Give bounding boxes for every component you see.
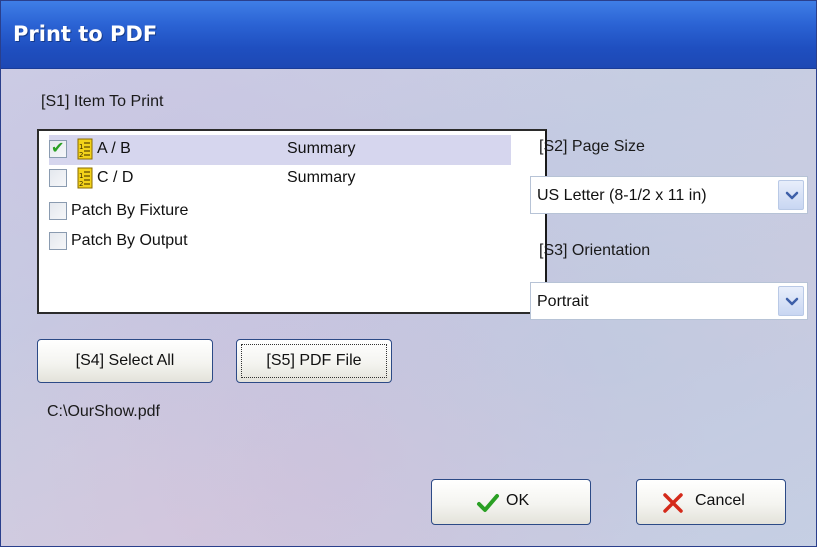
item-name: Patch By Fixture xyxy=(71,202,189,219)
list-item[interactable]: Patch By Output xyxy=(49,227,511,257)
items-listbox[interactable]: ✔ 1 2 A / B Summary 1 2 C / D Summary Pa… xyxy=(37,129,547,314)
pdf-file-path: C:\OurShow.pdf xyxy=(47,403,160,420)
svg-text:2: 2 xyxy=(79,151,83,159)
checkmark-icon: ✔ xyxy=(51,138,65,157)
orientation-dropdown-button[interactable] xyxy=(778,286,804,316)
chevron-down-icon xyxy=(785,297,799,306)
list-icon: 1 2 xyxy=(77,138,93,160)
page-size-label: [S2] Page Size xyxy=(539,138,645,155)
item-checkbox[interactable] xyxy=(49,232,67,250)
cancel-button[interactable]: Cancel xyxy=(636,479,786,525)
item-checkbox[interactable] xyxy=(49,169,67,187)
ok-button[interactable]: OK xyxy=(431,479,591,525)
orientation-select[interactable]: Portrait xyxy=(530,282,808,320)
select-all-button-label: [S4] Select All xyxy=(75,352,175,369)
cancel-button-label: Cancel xyxy=(695,492,745,509)
list-item[interactable]: 1 2 C / D Summary xyxy=(49,164,511,194)
svg-text:2: 2 xyxy=(79,180,83,188)
orientation-label: [S3] Orientation xyxy=(539,242,651,259)
page-size-dropdown-button[interactable] xyxy=(778,180,804,210)
ok-button-label: OK xyxy=(506,492,530,509)
close-icon xyxy=(663,493,683,513)
items-section-label: [S1] Item To Print xyxy=(41,93,164,110)
svg-text:1: 1 xyxy=(79,143,83,151)
window-title: Print to PDF xyxy=(13,22,158,46)
page-size-value: US Letter (8-1/2 x 11 in) xyxy=(537,187,707,204)
item-name: A / B xyxy=(97,140,131,157)
item-type: Summary xyxy=(287,169,356,186)
print-to-pdf-dialog: Print to PDF [S1] Item To Print ✔ 1 2 A … xyxy=(0,0,817,547)
pdf-file-button[interactable]: [S5] PDF File xyxy=(236,339,392,383)
pdf-file-button-label: [S5] PDF File xyxy=(266,352,362,369)
list-item[interactable]: Patch By Fixture xyxy=(49,197,511,227)
item-checkbox[interactable]: ✔ xyxy=(49,138,67,158)
orientation-value: Portrait xyxy=(537,293,589,310)
page-size-select[interactable]: US Letter (8-1/2 x 11 in) xyxy=(530,176,808,214)
check-icon xyxy=(477,494,499,512)
item-type: Summary xyxy=(287,140,356,157)
item-name: Patch By Output xyxy=(71,232,188,249)
item-name: C / D xyxy=(97,169,134,186)
list-item[interactable]: ✔ 1 2 A / B Summary xyxy=(49,135,511,165)
chevron-down-icon xyxy=(785,191,799,200)
title-bar[interactable]: Print to PDF xyxy=(1,1,816,69)
select-all-button[interactable]: [S4] Select All xyxy=(37,339,213,383)
item-checkbox[interactable] xyxy=(49,202,67,220)
list-icon: 1 2 xyxy=(77,167,93,189)
svg-text:1: 1 xyxy=(79,172,83,180)
